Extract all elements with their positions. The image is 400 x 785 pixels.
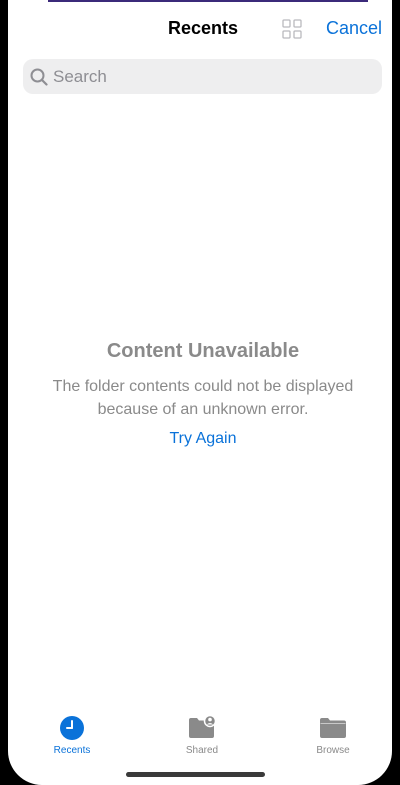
folder-icon [320,718,346,738]
home-indicator [126,772,265,777]
tab-recents-label: Recents [53,745,91,756]
top-edge-accent [48,0,368,2]
tab-recents[interactable]: Recents [27,715,117,756]
tab-shared-label: Shared [185,745,219,756]
grid-view-icon[interactable] [282,19,302,39]
tab-browse[interactable]: Browse [288,715,378,756]
search-input[interactable] [53,59,373,94]
tab-shared[interactable]: Shared [157,715,247,756]
empty-state-message: The folder contents could not be display… [52,378,354,418]
empty-state-title: Content Unavailable [106,340,300,362]
tab-browse-label: Browse [316,745,350,756]
document-picker-sheet: Recents Cancel Content Unavailable The f… [8,0,392,785]
cancel-button[interactable]: Cancel [326,18,382,39]
search-bar[interactable] [23,59,382,94]
shared-folder-icon [189,715,216,738]
tab-bar: Recents Shared Browse [8,705,392,765]
clock-icon [60,716,84,740]
magnifying-glass-icon [30,68,48,86]
try-again-button[interactable]: Try Again [8,430,392,448]
